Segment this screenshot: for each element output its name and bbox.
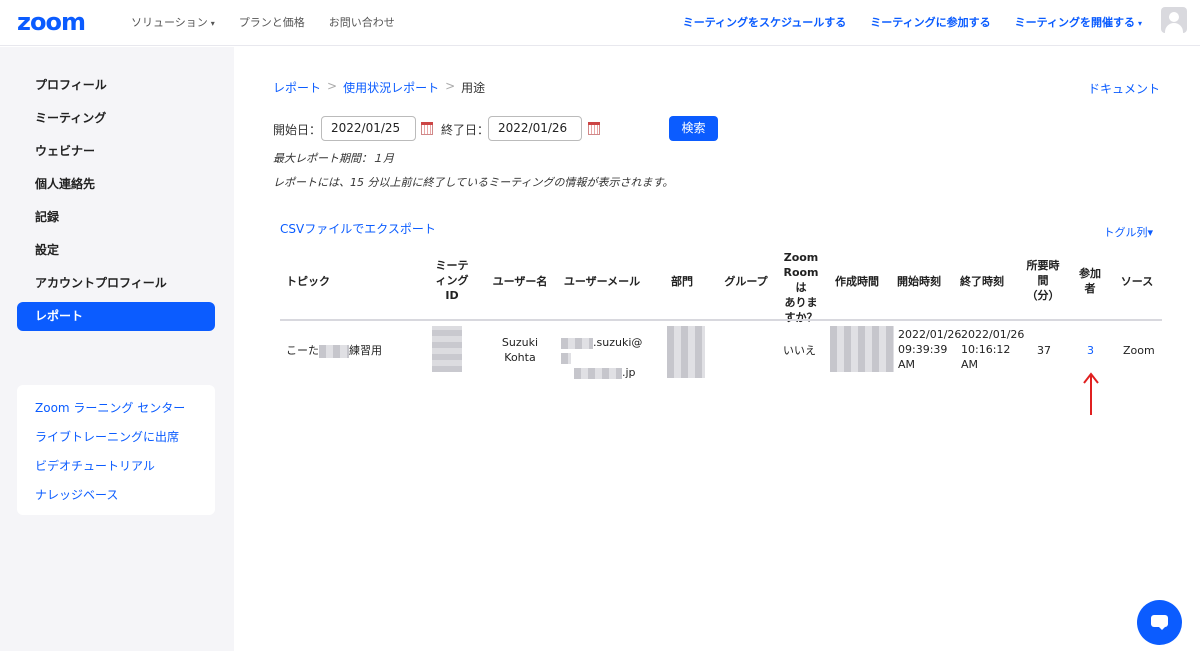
- redacted-block: [574, 367, 622, 379]
- col-header-meeting-id[interactable]: ミーテ ィング ID: [432, 258, 472, 303]
- learning-center-link[interactable]: Zoom ラーニング センター: [35, 399, 185, 416]
- top-nav: zoom ソリューション ▾ プランと価格 お問い合わせ ミーティングをスケジュー…: [0, 0, 1200, 46]
- col-header-topic[interactable]: トピック: [286, 274, 330, 289]
- chevron-down-icon: ▾: [1137, 19, 1142, 28]
- documentation-link[interactable]: ドキュメント: [1088, 80, 1160, 97]
- col-header-department[interactable]: 部門: [664, 274, 700, 289]
- start-date-label: 開始日：: [273, 123, 322, 137]
- avatar-head-icon: [1169, 12, 1179, 22]
- breadcrumb-current: 用途: [461, 81, 486, 95]
- participants-count-link[interactable]: 3: [1087, 343, 1094, 358]
- learning-links-box: Zoom ラーニング センター ライブトレーニングに出席 ビデオチュートリアル …: [17, 385, 215, 515]
- nav-plans-pricing[interactable]: プランと価格: [239, 14, 305, 30]
- cell-user-name: Suzuki Kohta: [501, 336, 539, 364]
- nav-right: ミーティングをスケジュールする ミーティングに参加する ミーティングを開催する ▾: [683, 14, 1142, 30]
- nav-left: ソリューション ▾ プランと価格 お問い合わせ: [131, 14, 395, 30]
- cell-user-email: .suzuki@ .jp: [561, 335, 651, 380]
- toggle-columns-link[interactable]: トグル列▾: [1103, 224, 1153, 240]
- end-date-label: 終了日：: [441, 123, 490, 137]
- redacted-block: [561, 352, 571, 364]
- cell-topic: こーた 練習用: [286, 344, 382, 358]
- col-header-group[interactable]: グループ: [718, 274, 774, 289]
- sidebar-item-settings[interactable]: 設定: [17, 236, 215, 265]
- nav-contact[interactable]: お問い合わせ: [329, 14, 395, 30]
- cell-end-time: 2022/01/26 10:16:12 AM: [961, 328, 1025, 371]
- col-header-start-time[interactable]: 開始時刻: [892, 274, 946, 289]
- annotation-arrow-icon: [1083, 372, 1099, 415]
- live-training-link[interactable]: ライブトレーニングに出席: [35, 428, 179, 445]
- zoom-logo[interactable]: zoom: [17, 8, 86, 36]
- sidebar-item-webinars[interactable]: ウェビナー: [17, 137, 215, 166]
- nav-host-meeting[interactable]: ミーティングを開催する ▾: [1015, 14, 1142, 30]
- redacted-meeting-id: [432, 326, 462, 372]
- video-tutorials-link[interactable]: ビデオチュートリアル: [35, 457, 155, 474]
- cell-duration: 37: [1037, 344, 1051, 357]
- sidebar-item-reports[interactable]: レポート: [17, 302, 215, 331]
- nav-solutions[interactable]: ソリューション ▾: [131, 14, 215, 30]
- sidebar: プロフィール ミーティング ウェビナー 個人連絡先 記録 設定 アカウントプロフ…: [0, 47, 234, 651]
- cell-zoom-room: いいえ: [783, 344, 816, 357]
- redacted-created-time: [830, 326, 894, 372]
- col-header-duration[interactable]: 所要時 間 （分）: [1020, 258, 1066, 303]
- search-button[interactable]: 検索: [669, 116, 718, 141]
- redacted-department: [667, 326, 705, 378]
- export-csv-link[interactable]: CSVファイルでエクスポート: [280, 220, 436, 237]
- col-header-source[interactable]: ソース: [1116, 274, 1158, 289]
- sidebar-item-contacts[interactable]: 個人連絡先: [17, 170, 215, 199]
- calendar-icon[interactable]: [588, 122, 600, 135]
- col-header-participants[interactable]: 参加 者: [1074, 266, 1106, 296]
- breadcrumb-reports[interactable]: レポート: [273, 79, 321, 96]
- end-date-input[interactable]: 2022/01/26: [488, 116, 582, 141]
- start-date-input[interactable]: 2022/01/25: [321, 116, 416, 141]
- sidebar-item-meetings[interactable]: ミーティング: [17, 104, 215, 133]
- chat-button[interactable]: [1137, 600, 1182, 645]
- chat-bubble-tail-icon: [1158, 626, 1166, 630]
- sidebar-item-profile[interactable]: プロフィール: [17, 71, 215, 100]
- col-header-created-time[interactable]: 作成時間: [830, 274, 884, 289]
- chevron-down-icon: ▾: [210, 19, 215, 28]
- redacted-block: [319, 344, 349, 358]
- knowledge-base-link[interactable]: ナレッジベース: [35, 486, 118, 503]
- breadcrumb-separator: >: [445, 79, 456, 93]
- breadcrumb-separator: >: [327, 79, 338, 93]
- redacted-block: [561, 337, 593, 349]
- max-period-note: 最大レポート期間：１月: [273, 152, 394, 165]
- col-header-zoom-room[interactable]: Zoom Roomは ありま すか？: [778, 250, 824, 325]
- col-header-user-name[interactable]: ユーザー名: [490, 274, 550, 289]
- col-header-end-time[interactable]: 終了時刻: [955, 274, 1009, 289]
- report-info-note: レポートには、15 分以上前に終了しているミーティングの情報が表示されます。: [273, 176, 674, 189]
- nav-schedule-meeting[interactable]: ミーティングをスケジュールする: [683, 14, 847, 30]
- table-header-divider: [280, 319, 1162, 321]
- breadcrumb: レポート > 使用状況レポート > 用途: [273, 79, 485, 96]
- breadcrumb-usage-reports[interactable]: 使用状況レポート: [343, 79, 439, 96]
- sidebar-item-recordings[interactable]: 記録: [17, 203, 215, 232]
- avatar[interactable]: [1161, 7, 1187, 33]
- cell-source: Zoom: [1123, 344, 1155, 357]
- cell-start-time: 2022/01/26 09:39:39 AM: [898, 328, 962, 371]
- nav-join-meeting[interactable]: ミーティングに参加する: [870, 14, 990, 30]
- calendar-icon[interactable]: [421, 122, 433, 135]
- avatar-body-icon: [1165, 23, 1183, 33]
- col-header-user-email[interactable]: ユーザーメール: [560, 274, 644, 289]
- sidebar-item-account-profile[interactable]: アカウントプロフィール: [17, 269, 215, 298]
